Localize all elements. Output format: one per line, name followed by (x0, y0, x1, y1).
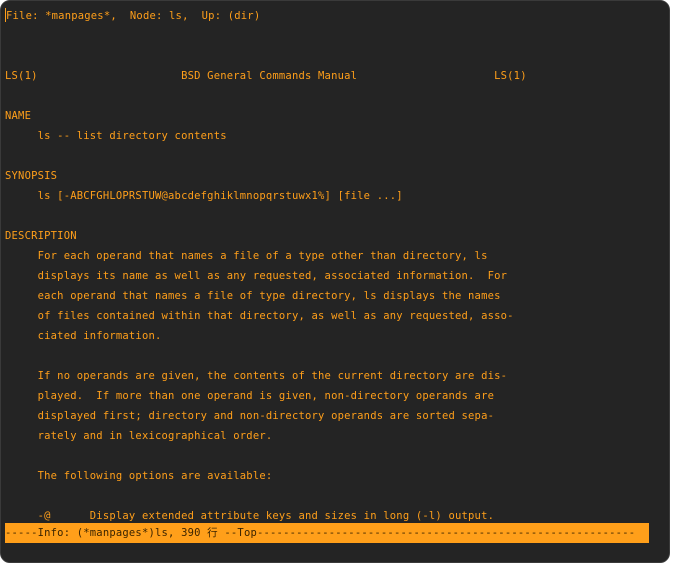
description-line: played. If more than one operand is give… (5, 390, 495, 402)
description-line: displays its name as well as any request… (5, 270, 508, 282)
description-line: each operand that names a file of type d… (5, 290, 501, 302)
description-line: rately and in lexicographical order. (5, 430, 273, 442)
description-line: ciated information. (5, 330, 162, 342)
terminal-window: File: *manpages*, Node: ls, Up: (dir) LS… (0, 0, 670, 563)
mode-line: -----Info: (*manpages*)ls, 390 行 --Top--… (5, 523, 649, 543)
description-line: If no operands are given, the contents o… (5, 370, 508, 382)
options-intro: The following options are available: (5, 470, 273, 482)
description-line: of files contained within that directory… (5, 310, 514, 322)
description-line: For each operand that names a file of a … (5, 250, 488, 262)
section-heading-description: DESCRIPTION (5, 230, 77, 242)
description-line: displayed first; directory and non-direc… (5, 410, 495, 422)
info-buffer[interactable]: File: *manpages*, Node: ls, Up: (dir) LS… (5, 6, 669, 526)
man-title-line: LS(1) BSD General Commands Manual LS(1) (5, 70, 527, 82)
section-heading-synopsis: SYNOPSIS (5, 170, 58, 182)
section-heading-name: NAME (5, 110, 32, 122)
info-header-line: File: *manpages*, Node: ls, Up: (dir) (5, 6, 669, 26)
synopsis-text: ls [-ABCFGHLOPRSTUW@abcdefghiklmnopqrstu… (5, 190, 403, 202)
info-header-text: File: *manpages*, Node: ls, Up: (dir) (6, 10, 261, 22)
name-text: ls -- list directory contents (5, 130, 227, 142)
